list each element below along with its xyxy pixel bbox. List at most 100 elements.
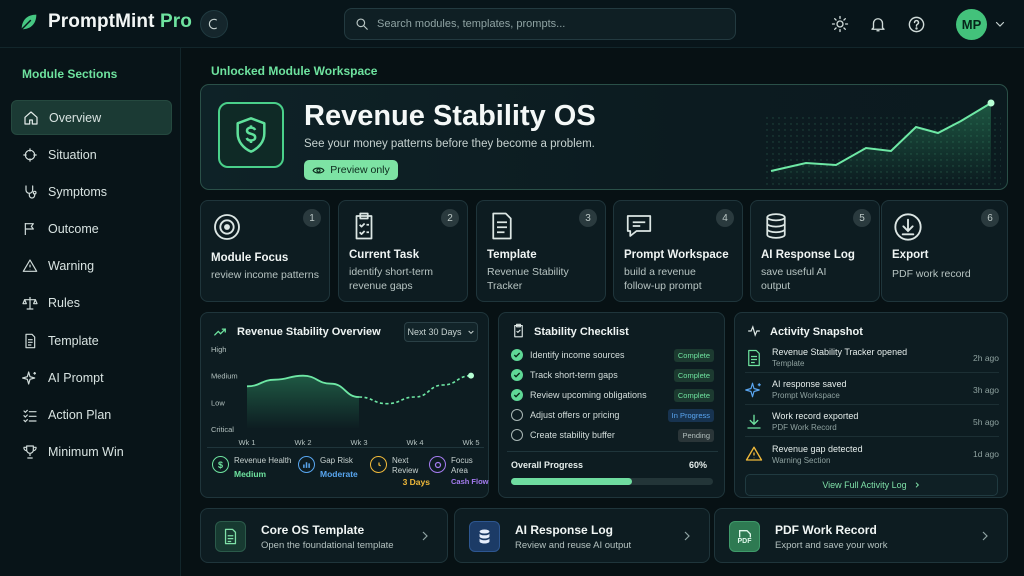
- hero-icon-box: [218, 102, 284, 168]
- document-icon: [487, 211, 517, 241]
- progress-value: 60%: [689, 460, 708, 470]
- card-title: PDF Work Record: [775, 523, 877, 537]
- range-value: Next 30 Days: [407, 327, 462, 337]
- sidebar-item-template[interactable]: Template: [11, 323, 172, 358]
- step-card-export[interactable]: 6 Export PDF work record: [881, 200, 1008, 302]
- sidebar-item-ai-prompt[interactable]: AI Prompt: [11, 360, 172, 395]
- checklist-item[interactable]: Track short-term gaps Complete: [511, 367, 714, 383]
- chevron-right-icon: [913, 481, 921, 489]
- step-card-current-task[interactable]: 2 Current Task identify short-term reven…: [338, 200, 468, 302]
- search-input[interactable]: [377, 18, 717, 30]
- shield-dollar-icon: [231, 115, 271, 155]
- clipboard-check-icon: [349, 211, 379, 241]
- panel-title: Activity Snapshot: [770, 326, 863, 338]
- activity-item[interactable]: Revenue gap detected Warning Section 1d a…: [745, 439, 999, 469]
- step-title: Current Task: [349, 249, 420, 261]
- sidebar-item-label: Template: [48, 333, 99, 348]
- avatar[interactable]: MP: [956, 9, 987, 40]
- stability-checklist-panel: Stability Checklist Identify income sour…: [498, 312, 725, 498]
- checklist-label: Adjust offers or pricing: [530, 410, 620, 420]
- step-card-template[interactable]: 3 Template Revenue Stability Tracker: [476, 200, 606, 302]
- checklist-item[interactable]: Identify income sources Complete: [511, 347, 714, 363]
- metric-gap-risk: Gap Risk Moderate: [298, 456, 358, 479]
- page-subtitle: See your money patterns before they beco…: [304, 138, 595, 150]
- account-menu-button[interactable]: [994, 18, 1006, 30]
- status-badge: In Progress: [667, 408, 714, 422]
- collapse-sidebar-button[interactable]: [200, 10, 228, 38]
- step-card-ai-response-log[interactable]: 5 AI Response Log save useful AI output: [750, 200, 880, 302]
- activity-item[interactable]: AI response saved Prompt Workspace 3h ago: [745, 375, 999, 405]
- metric-label: Next Review: [392, 456, 419, 475]
- step-number: 5: [853, 209, 871, 227]
- status-badge: Complete: [673, 388, 714, 402]
- x-tick-label: Wk 3: [350, 438, 367, 447]
- revenue-line-chart: Critical Low Medium High Wk 1 Wk 2 Wk 3 Wk 4 Wk …: [211, 345, 480, 447]
- activity-snapshot-panel: Activity Snapshot Revenue Stability Trac…: [734, 312, 1008, 498]
- x-tick-label: Wk 2: [294, 438, 311, 447]
- sidebar-item-label: Warning: [48, 258, 95, 273]
- progress-bar: [511, 478, 713, 485]
- sidebar-item-rules[interactable]: Rules: [11, 285, 172, 320]
- metric-focus-area: Focus Area Cash Flow: [429, 456, 489, 486]
- pdf-work-record-card[interactable]: PDF PDF Work Record Export and save your…: [714, 508, 1008, 563]
- clipboard-check-icon: [511, 323, 526, 338]
- check-circle-icon: [511, 349, 523, 361]
- metric-revenue-health: $ Revenue Health Medium: [212, 456, 291, 479]
- check-circle-icon: [511, 369, 523, 381]
- step-title: Template: [487, 249, 537, 261]
- preview-only-button[interactable]: Preview only: [304, 160, 398, 180]
- sidebar-item-action-plan[interactable]: Action Plan: [11, 397, 172, 432]
- document-icon: [22, 333, 38, 349]
- series-area: [247, 375, 359, 429]
- ai-response-log-card[interactable]: AI Response Log Review and reuse AI outp…: [454, 508, 710, 563]
- database-icon: [761, 211, 791, 241]
- sidebar-item-symptoms[interactable]: Symptoms: [11, 174, 172, 209]
- y-tick-label: Medium: [211, 372, 238, 381]
- theme-toggle-button[interactable]: [830, 14, 850, 34]
- metric-value: 3 Days: [402, 477, 430, 487]
- checklist-label: Create stability buffer: [530, 430, 615, 440]
- checklist-item[interactable]: Adjust offers or pricing In Progress: [511, 407, 714, 423]
- sidebar-item-minimum-win[interactable]: Minimum Win: [11, 434, 172, 469]
- checklist-item[interactable]: Create stability buffer Pending: [511, 427, 714, 443]
- brand[interactable]: PromptMint Pro: [18, 11, 192, 33]
- metric-value: Medium: [234, 469, 267, 479]
- step-number: 4: [716, 209, 734, 227]
- range-dropdown[interactable]: Next 30 Days: [404, 322, 478, 342]
- page-title: Revenue Stability OS: [304, 100, 596, 132]
- metric-label: Gap Risk: [320, 456, 353, 465]
- activity-source: Template: [772, 359, 805, 368]
- collapse-icon: [207, 17, 221, 31]
- revenue-overview-panel: Revenue Stability Overview Next 30 Days …: [200, 312, 489, 498]
- bar-chart-icon: [298, 456, 315, 473]
- search-bar[interactable]: [344, 8, 736, 40]
- sidebar-item-warning[interactable]: Warning: [11, 248, 172, 283]
- step-desc: identify short-term revenue gaps: [349, 266, 434, 292]
- sparkle-icon: [745, 381, 763, 399]
- chevron-right-icon: [979, 529, 991, 543]
- activity-source: Warning Section: [772, 455, 831, 465]
- checklist-item[interactable]: Review upcoming obligations Complete: [511, 387, 714, 403]
- eye-icon: [312, 164, 325, 177]
- sidebar-item-situation[interactable]: Situation: [11, 137, 172, 172]
- document-icon: [215, 521, 246, 552]
- step-card-prompt-workspace[interactable]: 4 Prompt Workspace build a revenue follo…: [613, 200, 743, 302]
- step-card-module-focus[interactable]: 1 Module Focus review income patterns: [200, 200, 330, 302]
- status-badge: Pending: [678, 428, 714, 442]
- step-number: 2: [441, 209, 459, 227]
- hero-banner: Revenue Stability OS See your money patt…: [200, 84, 1008, 190]
- activity-item[interactable]: Work record exported PDF Work Record 5h a…: [745, 407, 999, 437]
- help-button[interactable]: [906, 14, 926, 34]
- metric-label: Focus Area: [451, 456, 473, 475]
- sidebar-item-label: Situation: [48, 147, 97, 162]
- sidebar-item-overview[interactable]: Overview: [11, 100, 172, 135]
- sidebar-item-outcome[interactable]: Outcome: [11, 211, 172, 246]
- chat-bubble-icon: [624, 211, 654, 241]
- checklist-label: Track short-term gaps: [530, 370, 618, 380]
- chevron-right-icon: [681, 529, 693, 543]
- series-line-projected: [358, 374, 472, 405]
- notifications-button[interactable]: [868, 14, 888, 34]
- core-os-template-card[interactable]: Core OS Template Open the foundational t…: [200, 508, 448, 563]
- view-activity-log-button[interactable]: View Full Activity Log: [745, 474, 998, 496]
- activity-item[interactable]: Revenue Stability Tracker opened Template…: [745, 343, 999, 373]
